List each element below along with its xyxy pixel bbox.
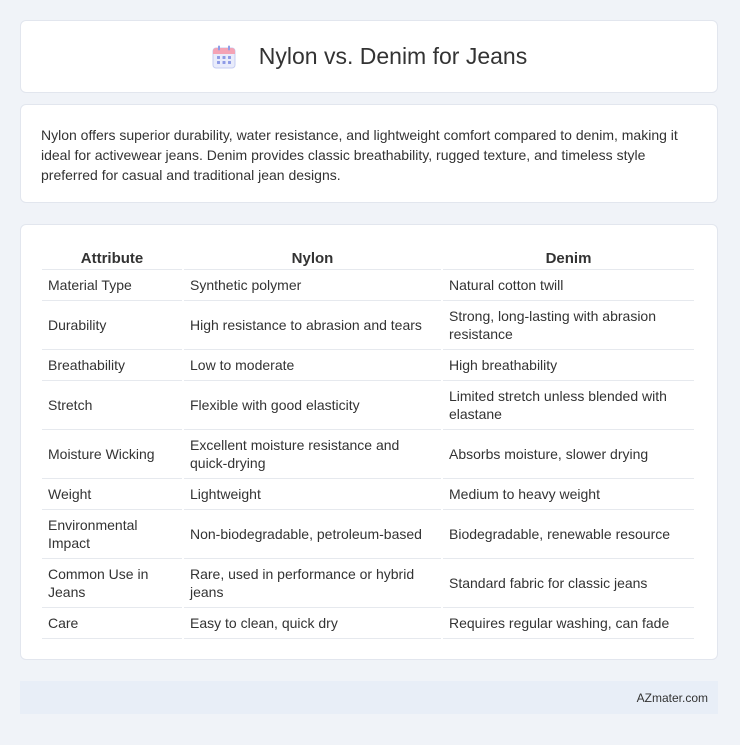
- cell-nylon: Synthetic polymer: [184, 270, 441, 301]
- summary-card: Nylon offers superior durability, water …: [20, 104, 718, 203]
- cell-nylon: Non-biodegradable, petroleum-based: [184, 510, 441, 559]
- cell-denim: Limited stretch unless blended with elas…: [443, 381, 694, 430]
- calendar-icon: [212, 45, 236, 68]
- title-card: Nylon vs. Denim for Jeans: [20, 20, 718, 93]
- page-title: Nylon vs. Denim for Jeans: [258, 43, 528, 69]
- cell-nylon: Excellent moisture resistance and quick-…: [184, 430, 441, 479]
- cell-attribute: Care: [42, 608, 182, 639]
- summary-text: Nylon offers superior durability, water …: [41, 127, 678, 183]
- cell-attribute: Environmental Impact: [42, 510, 182, 559]
- cell-denim: Medium to heavy weight: [443, 479, 694, 510]
- cell-nylon: High resistance to abrasion and tears: [184, 301, 441, 350]
- cell-attribute: Breathability: [42, 350, 182, 381]
- header-attribute: Attribute: [42, 245, 182, 270]
- table-row: Care Easy to clean, quick dry Requires r…: [42, 608, 694, 639]
- header-nylon: Nylon: [184, 245, 441, 270]
- cell-denim: Natural cotton twill: [443, 270, 694, 301]
- table-row: Stretch Flexible with good elasticity Li…: [42, 381, 694, 430]
- cell-attribute: Durability: [42, 301, 182, 350]
- cell-denim: Standard fabric for classic jeans: [443, 559, 694, 608]
- comparison-table: Attribute Nylon Denim Material Type Synt…: [40, 245, 696, 639]
- cell-attribute: Weight: [42, 479, 182, 510]
- cell-attribute: Material Type: [42, 270, 182, 301]
- cell-denim: Biodegradable, renewable resource: [443, 510, 694, 559]
- title-wrap: Nylon vs. Denim for Jeans: [211, 43, 527, 70]
- footer-brand: AZmater.com: [636, 690, 708, 705]
- cell-denim: High breathability: [443, 350, 694, 381]
- cell-denim: Requires regular washing, can fade: [443, 608, 694, 639]
- comparison-table-card: Attribute Nylon Denim Material Type Synt…: [20, 224, 718, 660]
- cell-nylon: Low to moderate: [184, 350, 441, 381]
- table-row: Durability High resistance to abrasion a…: [42, 301, 694, 350]
- cell-attribute: Common Use in Jeans: [42, 559, 182, 608]
- cell-nylon: Rare, used in performance or hybrid jean…: [184, 559, 441, 608]
- table-row: Moisture Wicking Excellent moisture resi…: [42, 430, 694, 479]
- table-row: Common Use in Jeans Rare, used in perfor…: [42, 559, 694, 608]
- footer: AZmater.com: [20, 681, 718, 714]
- header-denim: Denim: [443, 245, 694, 270]
- cell-nylon: Flexible with good elasticity: [184, 381, 441, 430]
- cell-nylon: Lightweight: [184, 479, 441, 510]
- table-row: Breathability Low to moderate High breat…: [42, 350, 694, 381]
- table-header-row: Attribute Nylon Denim: [42, 245, 694, 270]
- cell-denim: Strong, long-lasting with abrasion resis…: [443, 301, 694, 350]
- table-row: Material Type Synthetic polymer Natural …: [42, 270, 694, 301]
- cell-attribute: Stretch: [42, 381, 182, 430]
- cell-nylon: Easy to clean, quick dry: [184, 608, 441, 639]
- table-row: Environmental Impact Non-biodegradable, …: [42, 510, 694, 559]
- cell-attribute: Moisture Wicking: [42, 430, 182, 479]
- cell-denim: Absorbs moisture, slower drying: [443, 430, 694, 479]
- table-row: Weight Lightweight Medium to heavy weigh…: [42, 479, 694, 510]
